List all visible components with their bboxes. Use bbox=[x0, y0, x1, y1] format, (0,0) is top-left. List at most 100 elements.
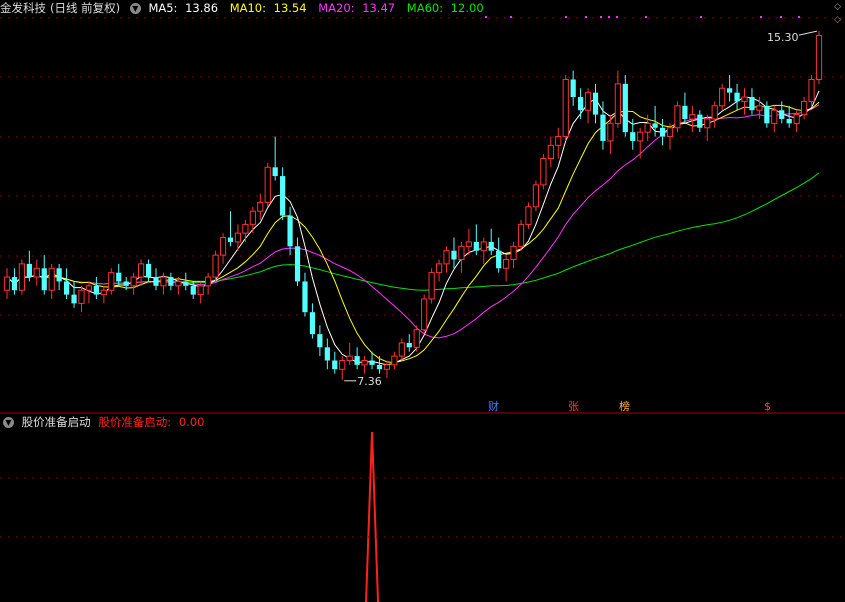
candlestick bbox=[734, 83, 740, 111]
candlestick bbox=[175, 277, 182, 295]
candlestick bbox=[257, 193, 264, 220]
candlestick bbox=[771, 105, 778, 133]
candlestick bbox=[779, 101, 785, 124]
candlestick bbox=[108, 268, 115, 295]
candlestick bbox=[361, 356, 368, 374]
stock-name: 金发科技 (日线 前复权) bbox=[0, 1, 121, 15]
candlestick bbox=[726, 75, 733, 102]
candlestick bbox=[85, 281, 93, 304]
candlestick bbox=[510, 241, 517, 269]
candlestick bbox=[48, 263, 55, 300]
candlestick bbox=[578, 88, 584, 119]
event-dot bbox=[798, 16, 800, 18]
price-gridlines bbox=[0, 17, 845, 316]
expand-icon[interactable]: ◇ bbox=[834, 2, 841, 12]
candlestick bbox=[302, 272, 308, 317]
candlestick bbox=[473, 224, 479, 256]
candlestick bbox=[3, 268, 11, 300]
candlestick bbox=[592, 83, 599, 124]
candlestick bbox=[272, 136, 278, 181]
candlestick bbox=[11, 268, 18, 295]
collapse-icon[interactable]: ◇ bbox=[834, 15, 841, 25]
candlestick bbox=[674, 101, 681, 133]
candlesticks bbox=[3, 31, 823, 380]
indicator-header: ▼ 股价准备启动 股价准备启动: 0.00 bbox=[0, 414, 212, 430]
event-dot bbox=[565, 16, 567, 18]
event-dot bbox=[485, 16, 487, 18]
candlestick bbox=[749, 88, 755, 115]
candlestick bbox=[93, 277, 100, 300]
candlestick bbox=[555, 127, 562, 159]
main-chart-header: 金发科技 (日线 前复权) ▼ MA5: 13.86 MA10: 13.54 MA… bbox=[0, 0, 492, 16]
candlestick bbox=[532, 180, 540, 212]
indicator-name: 股价准备启动 bbox=[21, 415, 91, 429]
candlestick bbox=[682, 92, 688, 124]
candlestick bbox=[339, 356, 346, 380]
candlestick bbox=[249, 206, 256, 234]
candlestick bbox=[26, 250, 32, 282]
candlestick bbox=[205, 272, 212, 295]
candlestick bbox=[659, 118, 666, 146]
candlestick bbox=[100, 285, 107, 304]
ma60-legend: MA60: 12.00 bbox=[406, 1, 484, 15]
event-dot bbox=[760, 16, 762, 18]
candlestick bbox=[562, 75, 569, 141]
candlestick bbox=[309, 303, 316, 339]
event-dot bbox=[600, 16, 602, 18]
candlestick bbox=[443, 246, 450, 273]
candlestick bbox=[317, 325, 323, 357]
candlestick bbox=[525, 202, 532, 229]
candlestick bbox=[406, 334, 412, 352]
candlestick bbox=[622, 75, 628, 137]
candlestick bbox=[711, 101, 718, 128]
candlestick bbox=[465, 228, 472, 256]
event-dot bbox=[510, 16, 512, 18]
candlestick bbox=[614, 70, 621, 128]
candlestick bbox=[116, 263, 122, 286]
ma20-legend: MA20: 13.47 bbox=[318, 1, 396, 15]
ma60-line bbox=[6, 172, 820, 291]
candlestick bbox=[168, 272, 174, 291]
candlestick bbox=[227, 211, 234, 247]
chevron-down-icon[interactable]: ▼ bbox=[129, 3, 141, 14]
candlestick bbox=[332, 351, 338, 374]
candlestick bbox=[503, 255, 510, 282]
candlestick bbox=[741, 88, 748, 115]
candlestick bbox=[428, 268, 435, 304]
candlestick bbox=[458, 241, 465, 273]
candlestick bbox=[540, 154, 547, 190]
candlestick bbox=[637, 127, 644, 159]
candlestick bbox=[517, 219, 525, 251]
candlestick bbox=[280, 167, 286, 220]
high-price-label: 15.30 bbox=[767, 31, 799, 44]
candlestick bbox=[242, 219, 249, 242]
event-tag-bang[interactable]: 榜 bbox=[619, 399, 630, 413]
event-tag-zhang[interactable]: 张 bbox=[568, 400, 579, 413]
candlestick bbox=[18, 259, 26, 295]
candlestick bbox=[160, 272, 167, 295]
event-tag-cai[interactable]: 财 bbox=[488, 399, 499, 413]
candlestick bbox=[697, 110, 703, 133]
candlestick bbox=[666, 123, 674, 150]
candlestick bbox=[607, 114, 614, 155]
candlestick bbox=[413, 325, 420, 352]
event-tag-dollar[interactable]: $ bbox=[764, 400, 771, 413]
event-dot bbox=[645, 16, 647, 18]
candlestick bbox=[130, 272, 137, 295]
candlestick bbox=[264, 162, 271, 207]
candlestick bbox=[719, 83, 726, 111]
candlestick bbox=[488, 228, 494, 256]
event-dot bbox=[780, 16, 782, 18]
candlestick bbox=[324, 338, 330, 370]
candlestick bbox=[63, 268, 70, 300]
chevron-down-icon[interactable]: ▼ bbox=[3, 417, 14, 428]
ma5-legend: MA5: 13.86 bbox=[148, 1, 219, 15]
candlestick bbox=[435, 259, 443, 282]
candlestick bbox=[808, 75, 815, 106]
candlestick bbox=[398, 338, 405, 361]
candlestick bbox=[496, 237, 502, 273]
indicator-series-legend: 股价准备启动: 0.00 bbox=[98, 415, 205, 429]
stock-chart-canvas[interactable]: 15.30 7.36 财 张 榜 $ bbox=[0, 0, 845, 602]
candlestick bbox=[584, 88, 592, 124]
candlestick bbox=[376, 356, 383, 374]
